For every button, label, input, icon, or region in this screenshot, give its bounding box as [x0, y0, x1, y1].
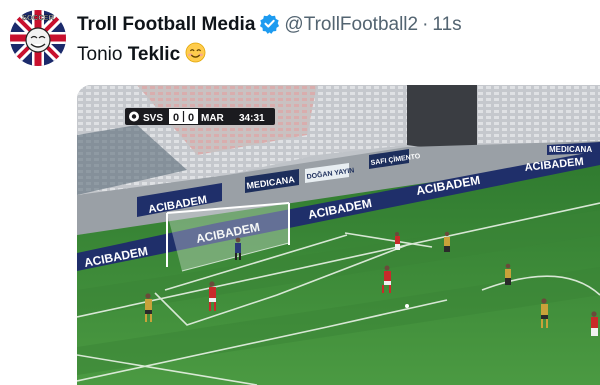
- ball: [405, 304, 409, 308]
- player-yellow-3: [505, 263, 511, 285]
- video-frame-image: ACIBADEM MEDICANA DOĞAN YAYIN SAFI ÇİMEN…: [77, 85, 600, 385]
- union-jack-avatar-image: SOCCER: [10, 10, 66, 66]
- separator-dot: ·: [422, 14, 429, 35]
- scorebug-away: MAR: [201, 113, 225, 124]
- scorebug-away-score: 0: [188, 112, 194, 124]
- tweet-header: Troll Football Media @TrollFootball2 · 11s: [77, 12, 462, 42]
- tweet-timestamp[interactable]: 11s: [432, 14, 461, 35]
- smiling-face-emoji-icon: [185, 42, 206, 71]
- scorebug-home: SVS: [143, 113, 163, 124]
- video-player[interactable]: ACIBADEM MEDICANA DOĞAN YAYIN SAFI ÇİMEN…: [77, 85, 600, 385]
- author-handle[interactable]: @TrollFootball2: [284, 14, 418, 35]
- tweet-text-bold: Teklic: [127, 44, 181, 65]
- scorebug: SVS 0 0 MAR 34:31: [125, 108, 275, 125]
- tweet-text: Tonio Teklic: [77, 42, 206, 71]
- ad-medicana-2: MEDICANA: [549, 145, 592, 154]
- avatar-label: SOCCER: [22, 13, 55, 22]
- verified-badge-icon: [259, 13, 280, 42]
- scorebug-clock: 34:31: [239, 113, 265, 124]
- author-name[interactable]: Troll Football Media: [77, 14, 255, 35]
- tweet-text-plain: Tonio: [77, 44, 123, 65]
- scorebug-home-score: 0: [173, 112, 179, 124]
- profile-avatar[interactable]: SOCCER: [10, 10, 66, 66]
